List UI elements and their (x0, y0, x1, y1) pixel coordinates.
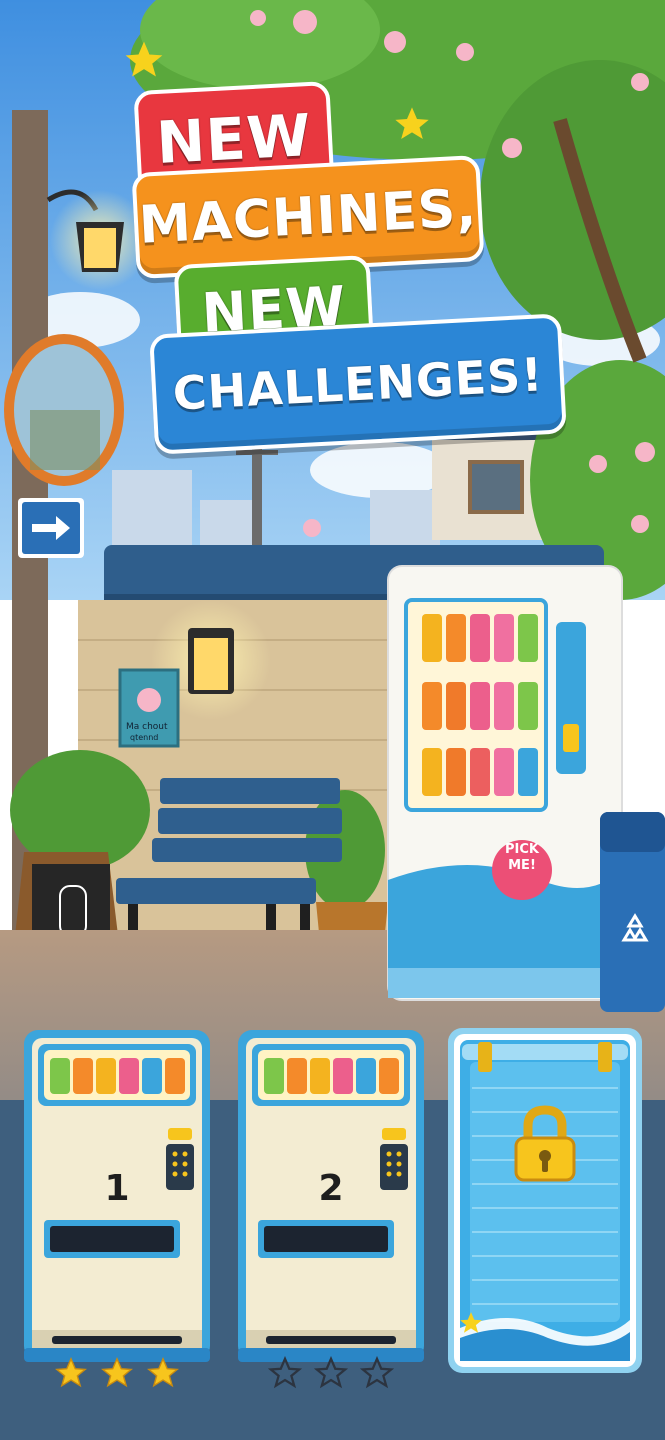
pick-me-sticker: PICK ME! (505, 842, 539, 873)
star-outline-icon (314, 1356, 348, 1389)
star-icon (395, 107, 429, 139)
star-icon (101, 1357, 133, 1388)
wall-sign-subtext: qtennd (130, 733, 159, 742)
level-1-stars (22, 1356, 212, 1396)
star-outline-icon (268, 1356, 302, 1389)
wall-sign-text: Ma chout (126, 722, 168, 732)
level-number: 1 (104, 1168, 130, 1209)
level-card-1[interactable]: 1 (22, 1028, 212, 1368)
star-icon (55, 1357, 87, 1388)
level-card-3-locked[interactable] (448, 1028, 642, 1373)
star-icon (460, 1312, 482, 1333)
star-icon (125, 41, 163, 77)
lock-icon (514, 1105, 576, 1182)
star-outline-icon (360, 1356, 394, 1389)
arrow-right-sign-icon (32, 516, 70, 540)
level-card-2[interactable]: 2 (236, 1028, 426, 1368)
level-2-stars (236, 1356, 426, 1396)
level-number: 2 (318, 1168, 344, 1209)
star-icon (147, 1357, 179, 1388)
recycle-icon (621, 913, 649, 942)
title-line-4: CHALLENGES! (149, 313, 567, 455)
